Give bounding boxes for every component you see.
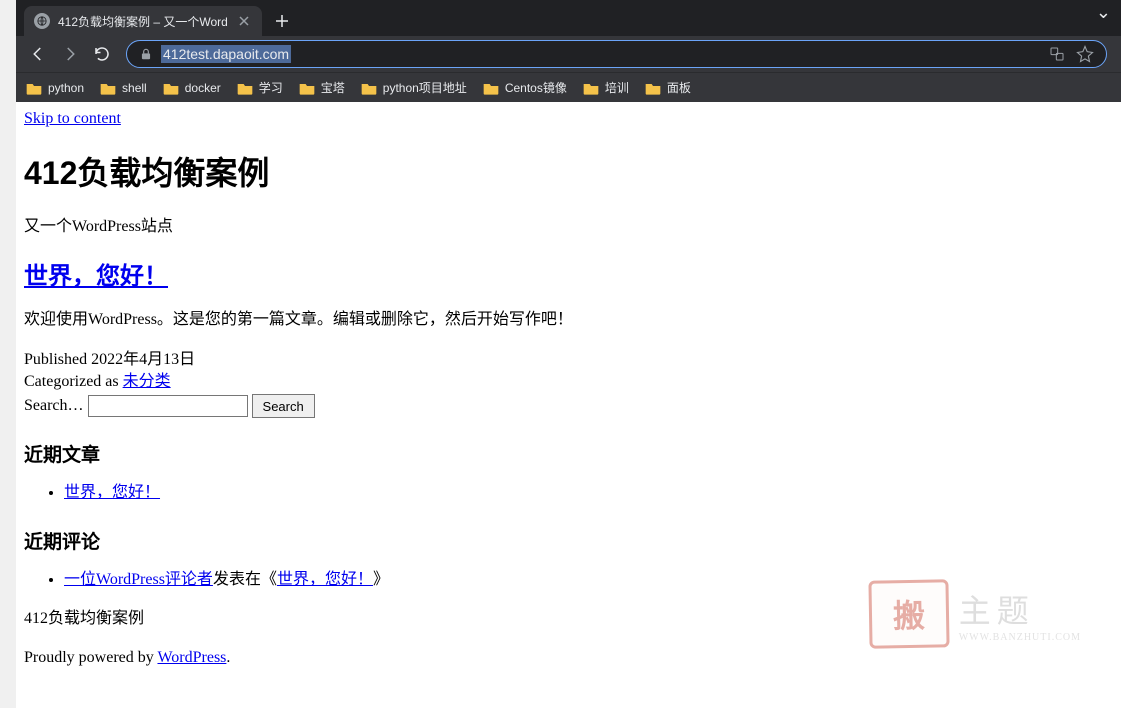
recent-comments-heading: 近期评论 [24, 527, 1113, 554]
forward-button[interactable] [56, 40, 84, 68]
reload-button[interactable] [88, 40, 116, 68]
search-button[interactable]: Search [252, 394, 315, 418]
skip-to-content-link[interactable]: Skip to content [24, 110, 121, 127]
bookmark-label: python项目地址 [383, 79, 467, 96]
page-content: Skip to content 412负载均衡案例 又一个WordPress站点… [16, 102, 1121, 708]
globe-icon [34, 13, 50, 29]
search-input[interactable] [88, 395, 248, 417]
folder-icon [163, 81, 179, 95]
browser-tab[interactable]: 412负载均衡案例 – 又一个Word [24, 6, 262, 36]
footer-site-name: 412负载均衡案例 [24, 608, 1113, 630]
left-edge-strip [0, 0, 16, 708]
recent-posts-heading: 近期文章 [24, 440, 1113, 467]
search-label: Search… [24, 397, 84, 415]
folder-icon [645, 81, 661, 95]
back-button[interactable] [24, 40, 52, 68]
bookmark-baota[interactable]: 宝塔 [299, 79, 345, 96]
tab-title: 412负载均衡案例 – 又一个Word [58, 13, 228, 30]
folder-icon [361, 81, 377, 95]
star-icon[interactable] [1076, 45, 1094, 63]
list-item: 世界，您好！ [64, 481, 1113, 505]
category-link[interactable]: 未分类 [123, 373, 171, 390]
new-tab-button[interactable] [268, 7, 296, 35]
bookmark-label: Centos镜像 [505, 79, 567, 96]
browser-toolbar: 412test.dapaoit.com [16, 36, 1121, 72]
bookmark-panel[interactable]: 面板 [645, 79, 691, 96]
folder-icon [100, 81, 116, 95]
wordpress-link[interactable]: WordPress [157, 649, 226, 666]
bookmark-label: 学习 [259, 79, 283, 96]
comment-post-link[interactable]: 世界，您好！ [277, 571, 373, 588]
bookmark-training[interactable]: 培训 [583, 79, 629, 96]
bookmark-centos[interactable]: Centos镜像 [483, 79, 567, 96]
post-published: Published 2022年4月13日 [24, 349, 1113, 371]
bookmark-python[interactable]: python [26, 81, 84, 95]
translate-icon[interactable] [1048, 45, 1066, 63]
watermark-url: WWW.BANZHUTI.COM [959, 632, 1081, 643]
bookmark-shell[interactable]: shell [100, 81, 147, 95]
recent-post-link[interactable]: 世界，您好！ [64, 484, 160, 501]
bookmark-docker[interactable]: docker [163, 81, 221, 95]
post-category: Categorized as 未分类 [24, 371, 1113, 393]
site-tagline: 又一个WordPress站点 [24, 212, 1113, 236]
close-icon[interactable] [236, 13, 252, 29]
minimize-hint-icon: ⌄ [1096, 2, 1111, 23]
address-bar[interactable]: 412test.dapaoit.com [126, 40, 1107, 68]
bookmark-study[interactable]: 学习 [237, 79, 283, 96]
recent-posts-list: 世界，您好！ [24, 481, 1113, 505]
folder-icon [237, 81, 253, 95]
bookmarks-bar: python shell docker 学习 宝塔 python项目地址 Cen… [16, 72, 1121, 102]
list-item: 一位WordPress评论者发表在《世界，您好！》 [64, 568, 1113, 592]
folder-icon [483, 81, 499, 95]
bookmark-python-project[interactable]: python项目地址 [361, 79, 467, 96]
folder-icon [26, 81, 42, 95]
footer-powered: Proudly powered by WordPress. [24, 647, 1113, 669]
folder-icon [299, 81, 315, 95]
recent-comments-list: 一位WordPress评论者发表在《世界，您好！》 [24, 568, 1113, 592]
bookmark-label: 面板 [667, 79, 691, 96]
bookmark-label: 宝塔 [321, 79, 345, 96]
lock-icon [139, 47, 153, 61]
search-form: Search… Search [24, 394, 1113, 418]
tab-bar: 412负载均衡案例 – 又一个Word [16, 0, 1121, 36]
site-title: 412负载均衡案例 [24, 148, 1113, 194]
post-excerpt: 欢迎使用WordPress。这是您的第一篇文章。编辑或删除它，然后开始写作吧！ [24, 305, 1113, 329]
bookmark-label: python [48, 81, 84, 95]
folder-icon [583, 81, 599, 95]
bookmark-label: docker [185, 81, 221, 95]
bookmark-label: 培训 [605, 79, 629, 96]
bookmark-label: shell [122, 81, 147, 95]
post-title-link[interactable]: 世界，您好！ [24, 263, 168, 290]
url-text: 412test.dapaoit.com [161, 45, 291, 63]
browser-chrome: ⌄ 412负载均衡案例 – 又一个Word [16, 0, 1121, 102]
comment-author-link[interactable]: 一位WordPress评论者 [64, 571, 213, 588]
